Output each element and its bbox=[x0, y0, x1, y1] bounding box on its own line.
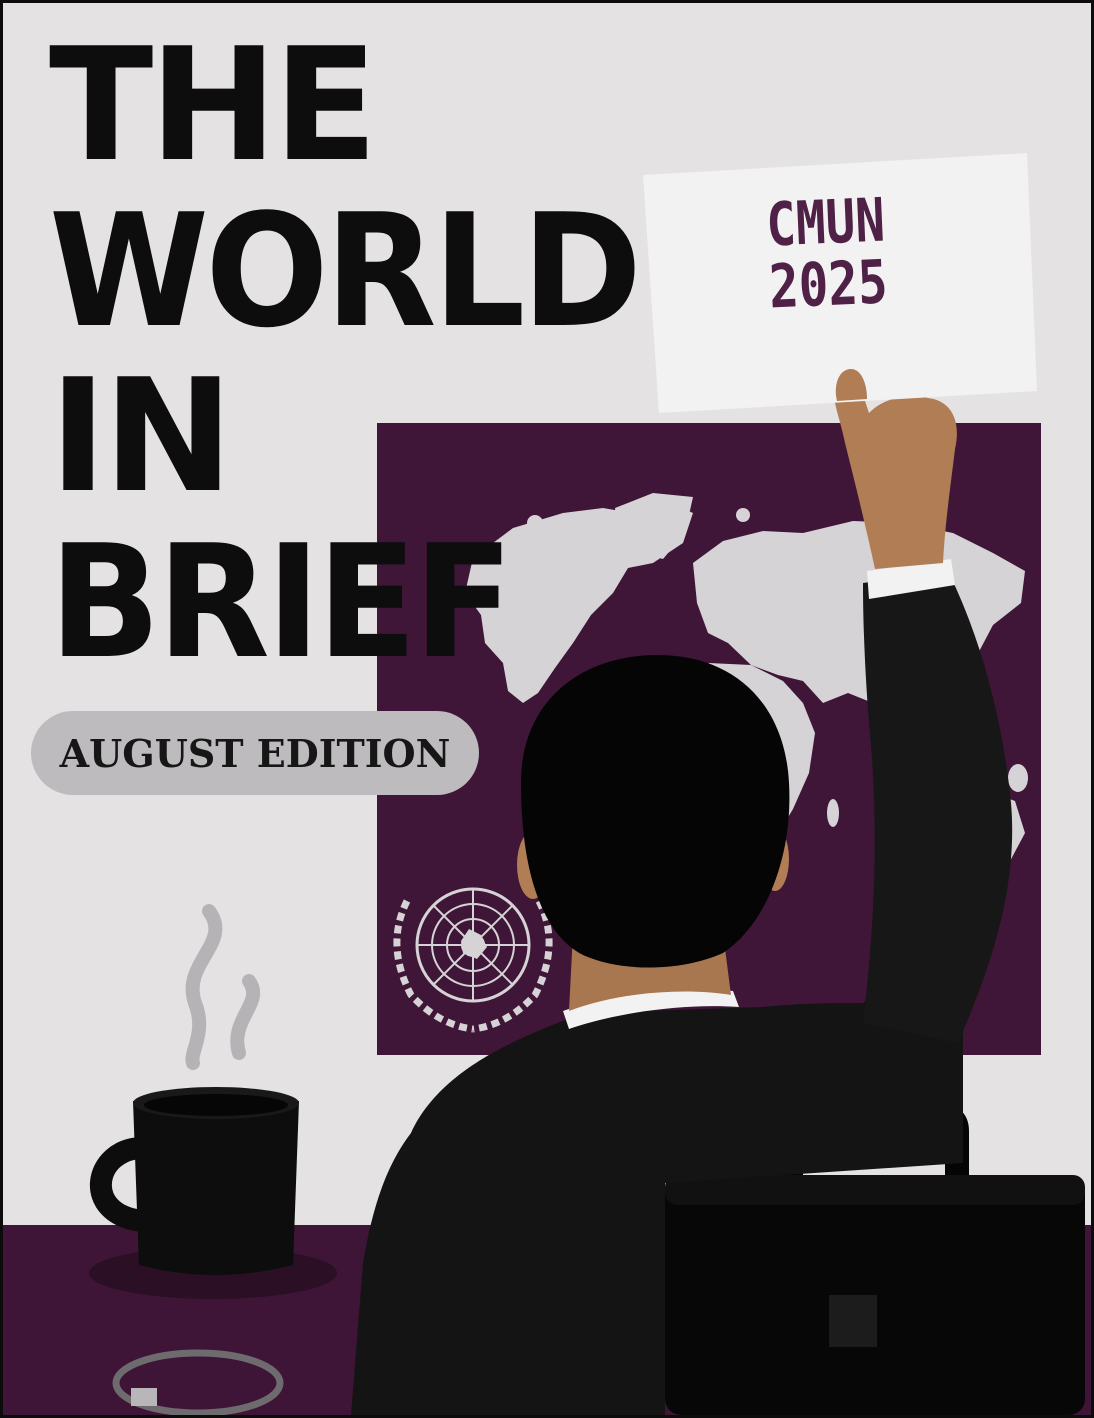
placard-text: CMUN 2025 bbox=[744, 185, 909, 323]
title-line-3: IN bbox=[49, 345, 234, 527]
title-line-1: THE bbox=[49, 14, 378, 196]
title-line-2: WORLD bbox=[49, 180, 642, 362]
steam bbox=[185, 904, 261, 1070]
edition-badge: AUGUST EDITION bbox=[31, 711, 479, 795]
magazine-cover: THE WORLD IN BRIEF AUGUST EDITION CMUN 2… bbox=[3, 3, 1091, 1415]
edition-label: AUGUST EDITION bbox=[59, 730, 451, 776]
placard-line-2: 2025 bbox=[767, 247, 890, 323]
coffee-mug-icon bbox=[89, 1087, 337, 1299]
head-hair bbox=[521, 654, 790, 968]
title-line-4: BRIEF bbox=[49, 511, 514, 693]
